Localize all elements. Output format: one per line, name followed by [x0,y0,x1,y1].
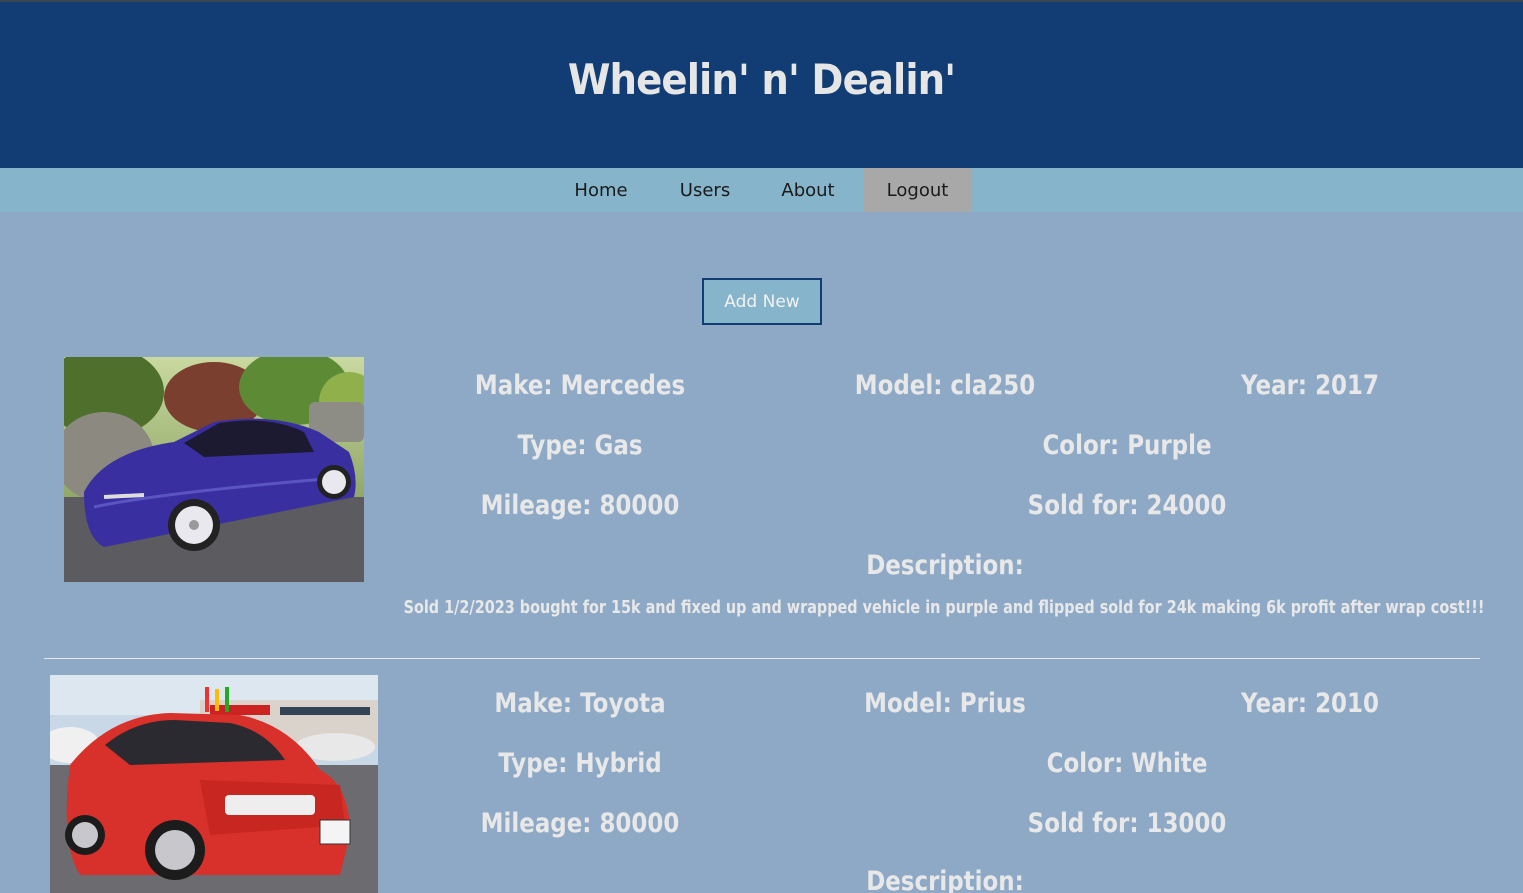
car-model: Model: cla250 [854,370,1036,401]
car-image-toyota [50,675,378,893]
car-color: Color: White [1046,748,1208,779]
car-type: Type: Gas [517,430,643,461]
add-new-button[interactable]: Add New [702,278,822,325]
car-description-label: Description: [866,550,1024,581]
car-type: Type: Hybrid [498,748,662,779]
car-description: Sold 1/2/2023 bought for 15k and fixed u… [403,597,1485,618]
nav-home[interactable]: Home [560,168,642,212]
car-mileage: Mileage: 80000 [480,490,680,521]
car-sold-for: Sold for: 24000 [1027,490,1227,521]
nav-users[interactable]: Users [664,168,746,212]
car-year: Year: 2010 [1241,688,1379,719]
car-color: Color: Purple [1042,430,1212,461]
car-image-mercedes [64,357,364,582]
car-model: Model: Prius [864,688,1026,719]
car-make: Make: Mercedes [474,370,686,401]
site-header: Wheelin' n' Dealin' [0,2,1523,168]
row-divider [44,658,1480,659]
site-title: Wheelin' n' Dealin' [567,54,956,104]
car-sold-for: Sold for: 13000 [1027,808,1227,839]
car-year: Year: 2017 [1241,370,1379,401]
nav-about[interactable]: About [766,168,850,212]
main-nav: Home Users About Logout [0,168,1523,212]
nav-logout[interactable]: Logout [863,168,972,212]
car-mileage: Mileage: 80000 [480,808,680,839]
car-make: Make: Toyota [494,688,666,719]
car-description-label: Description: [866,866,1024,893]
